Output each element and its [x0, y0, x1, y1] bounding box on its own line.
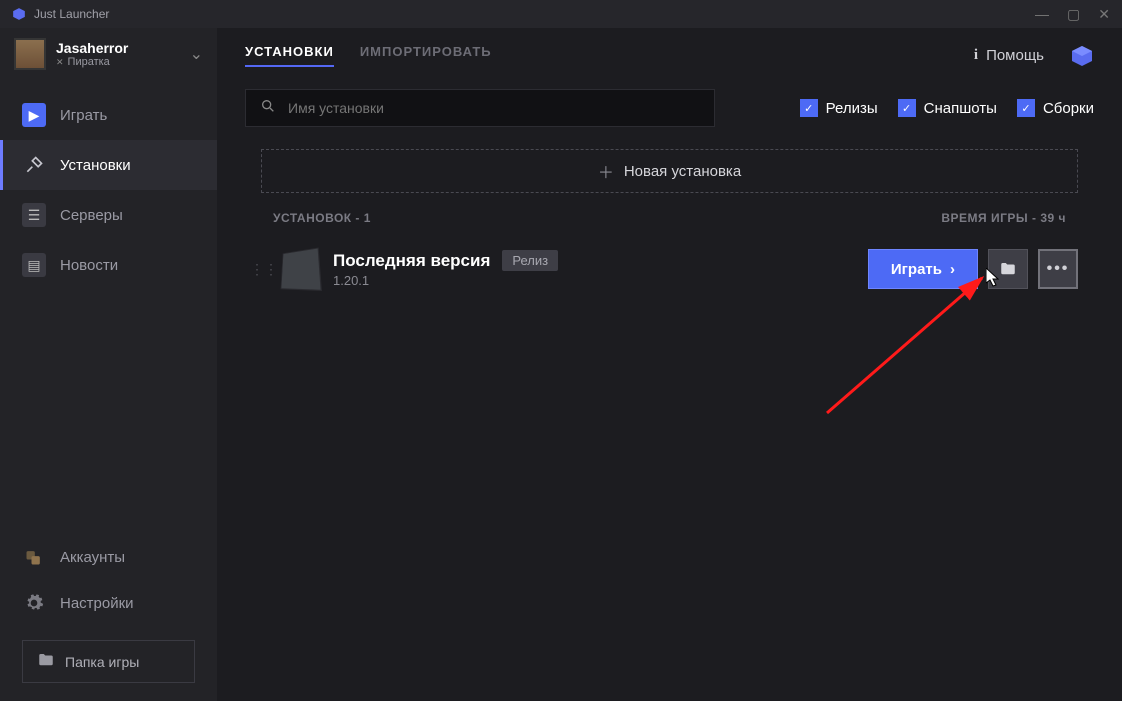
plus-icon: ＋: [598, 159, 614, 183]
install-row: ⋮⋮ Последняя версия Релиз 1.20.1: [217, 235, 1122, 303]
play-icon: ▶: [22, 103, 46, 127]
tools-icon: [22, 153, 46, 177]
help-label: Помощь: [986, 47, 1044, 64]
sidebar-item-label: Аккаунты: [60, 549, 125, 566]
info-icon: i: [974, 47, 978, 64]
minimize-button[interactable]: —: [1035, 6, 1049, 23]
sidebar-item-label: Установки: [60, 157, 131, 174]
playtime-label: ВРЕМЯ ИГРЫ - 39 ч: [941, 211, 1066, 225]
accounts-icon: [22, 545, 46, 569]
close-button[interactable]: ✕: [1098, 6, 1110, 23]
avatar: [14, 38, 46, 70]
sidebar: Jasaherror Пиратка ⌄ ▶ Играть Установки: [0, 28, 217, 701]
sidebar-item-label: Новости: [60, 257, 118, 274]
sidebar-item-label: Настройки: [60, 595, 134, 612]
install-version: 1.20.1: [333, 273, 558, 288]
search-icon: [260, 98, 276, 119]
sidebar-item-accounts[interactable]: Аккаунты: [0, 534, 217, 580]
filter-builds[interactable]: ✓ Сборки: [1017, 99, 1094, 117]
maximize-button[interactable]: ▢: [1067, 6, 1080, 23]
version-icon: [281, 247, 322, 291]
install-count-label: УСТАНОВОК - 1: [273, 211, 371, 225]
cube-icon[interactable]: [1070, 44, 1094, 68]
app-logo-icon: [12, 7, 26, 21]
app-title: Just Launcher: [34, 7, 109, 21]
profile-name: Jasaherror: [56, 40, 180, 56]
checkbox-icon: ✓: [1017, 99, 1035, 117]
sidebar-item-play[interactable]: ▶ Играть: [0, 90, 217, 140]
game-folder-label: Папка игры: [65, 654, 139, 670]
sidebar-item-settings[interactable]: Настройки: [0, 580, 217, 626]
chevron-right-icon: ›: [950, 261, 955, 278]
game-folder-button[interactable]: Папка игры: [22, 640, 195, 683]
release-tag: Релиз: [502, 250, 558, 271]
main-panel: УСТАНОВКИ ИМПОРТИРОВАТЬ i Помощь: [217, 28, 1122, 701]
drag-handle-icon[interactable]: ⋮⋮: [249, 261, 279, 278]
new-install-label: Новая установка: [624, 163, 741, 180]
help-link[interactable]: i Помощь: [974, 47, 1044, 64]
filter-label: Снапшоты: [924, 100, 997, 117]
tab-import[interactable]: ИМПОРТИРОВАТЬ: [360, 44, 492, 67]
checkbox-icon: ✓: [898, 99, 916, 117]
more-options-button[interactable]: •••: [1038, 249, 1078, 289]
sidebar-item-installs[interactable]: Установки: [0, 140, 217, 190]
new-install-button[interactable]: ＋ Новая установка: [261, 149, 1078, 193]
install-title: Последняя версия: [333, 251, 490, 271]
filter-label: Сборки: [1043, 100, 1094, 117]
play-button[interactable]: Играть ›: [868, 249, 978, 289]
sidebar-item-label: Серверы: [60, 207, 123, 224]
filter-label: Релизы: [826, 100, 878, 117]
folder-icon: [37, 651, 55, 672]
checkbox-icon: ✓: [800, 99, 818, 117]
filter-snapshots[interactable]: ✓ Снапшоты: [898, 99, 997, 117]
server-icon: ☰: [22, 203, 46, 227]
titlebar: Just Launcher — ▢ ✕: [0, 0, 1122, 28]
search-input-wrapper[interactable]: [245, 89, 715, 127]
play-button-label: Играть: [891, 261, 942, 278]
dots-icon: •••: [1047, 260, 1070, 278]
tab-installs[interactable]: УСТАНОВКИ: [245, 44, 334, 67]
sidebar-item-label: Играть: [60, 107, 107, 124]
gear-icon: [22, 591, 46, 615]
sidebar-item-news[interactable]: ▤ Новости: [0, 240, 217, 290]
open-folder-button[interactable]: [988, 249, 1028, 289]
profile-switcher[interactable]: Jasaherror Пиратка ⌄: [0, 28, 217, 80]
filter-releases[interactable]: ✓ Релизы: [800, 99, 878, 117]
folder-icon: [999, 260, 1017, 278]
search-input[interactable]: [288, 100, 700, 116]
news-icon: ▤: [22, 253, 46, 277]
profile-subtitle: Пиратка: [56, 56, 180, 68]
chevron-down-icon: ⌄: [190, 44, 203, 64]
sidebar-item-servers[interactable]: ☰ Серверы: [0, 190, 217, 240]
